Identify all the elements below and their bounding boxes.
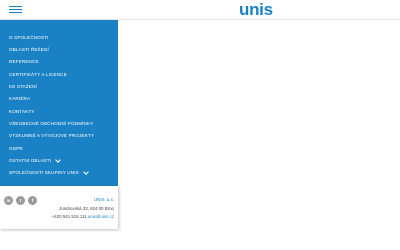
sidebar-footer: in t f UNIS, a.s. Jundrovská 33, 624 00 … [0, 186, 118, 229]
top-header: unis [0, 0, 400, 20]
sidebar-item-kontakty[interactable]: Kontakty [0, 105, 118, 117]
sidebar-nav-list: O společnosti Oblasti řešení Reference C… [0, 20, 118, 179]
phone-number[interactable]: +420 541 515 111 [52, 214, 87, 219]
sidebar-item-kariera[interactable]: Kariéra [0, 93, 118, 105]
chevron-down-icon[interactable] [83, 169, 89, 175]
sidebar-item-skupiny-unis[interactable]: Společnosti skupiny UNIS [0, 167, 118, 179]
sidebar-item-label: Ostatní oblasti [9, 158, 52, 164]
sidebar-item-label: O společnosti [9, 34, 49, 40]
hamburger-menu-icon[interactable] [9, 6, 23, 16]
sidebar-item-oblasti-reseni[interactable]: Oblasti řešení [0, 43, 118, 55]
sidebar-item-label: Kontakty [9, 108, 35, 114]
sidebar-item-ostatni-oblasti[interactable]: Ostatní oblasti [0, 154, 118, 166]
chevron-down-icon[interactable] [55, 156, 61, 163]
sidebar-item-label: Certifikáty a licence [9, 71, 67, 77]
linkedin-icon[interactable]: in [4, 196, 13, 205]
sidebar-item-label: Ke stažení [9, 84, 37, 90]
sidebar-item-ke-stazeni[interactable]: Ke stažení [0, 80, 118, 92]
sidebar-item-vyzkumne-projekty[interactable]: Výzkumné a vývojové projekty [0, 130, 118, 142]
sidebar-item-o-spolecnosti[interactable]: O společnosti [0, 31, 118, 43]
twitter-icon[interactable]: t [16, 196, 25, 205]
email-link[interactable]: unis@unis.cz [88, 214, 114, 219]
sidebar-item-label: Všeobecné obchodní podmínky [9, 121, 94, 127]
company-address: Jundrovská 33, 624 00 Brno [59, 206, 114, 211]
social-links: in t f [4, 196, 37, 205]
contact-line: +420 541 515 111 unis@unis.cz [52, 214, 114, 219]
facebook-icon[interactable]: f [28, 196, 37, 205]
sidebar-item-reference[interactable]: Reference [0, 56, 118, 68]
company-name: UNIS, a.s. [93, 197, 114, 202]
sidebar-item-label: Společnosti skupiny UNIS [9, 170, 79, 176]
sidebar-item-label: Kariéra [9, 96, 31, 102]
sidebar-item-label: GDPR [9, 145, 23, 151]
sidebar-item-label: Oblasti řešení [9, 47, 49, 53]
sidebar-item-obchodni-podminky[interactable]: Všeobecné obchodní podmínky [0, 117, 118, 129]
unis-logo[interactable]: unis [239, 1, 273, 18]
sidebar-item-label: Reference [9, 59, 39, 65]
sidebar-item-gdpr[interactable]: GDPR [0, 142, 118, 154]
sidebar-menu: O společnosti Oblasti řešení Reference C… [0, 20, 118, 186]
sidebar-item-certifikaty[interactable]: Certifikáty a licence [0, 68, 118, 80]
sidebar-item-label: Výzkumné a vývojové projekty [9, 133, 95, 139]
